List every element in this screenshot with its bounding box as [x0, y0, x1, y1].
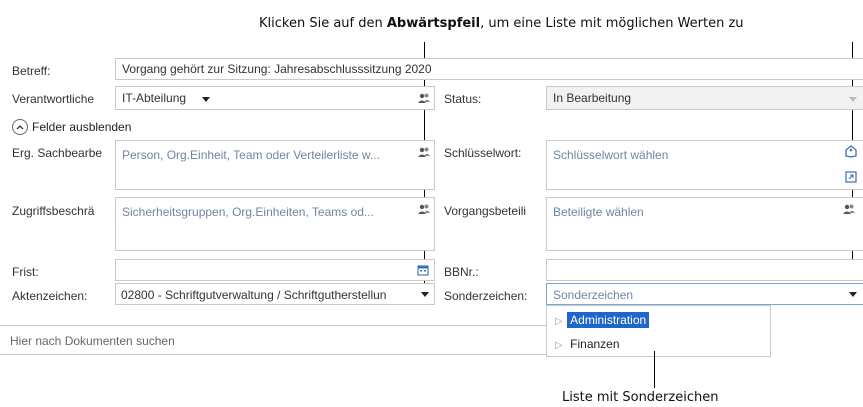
people-icon[interactable]	[418, 204, 430, 215]
betreff-label: Betreff:	[12, 64, 51, 78]
document-search-box[interactable]: Hier nach Dokumenten suchen	[0, 325, 560, 355]
frist-field[interactable]	[115, 259, 435, 281]
callout-text-bold: Abwärtspfeil	[386, 16, 481, 31]
aktenzeichen-value: 02800 - Schriftgutverwaltung / Schriftgu…	[121, 288, 387, 302]
list-item[interactable]: ▷ Administration	[555, 311, 650, 329]
list-item[interactable]: ▷ Finanzen	[555, 335, 623, 353]
verantwortliche-value: IT-Abteilung	[122, 91, 187, 105]
sonderzeichen-dropdown-arrow[interactable]	[849, 292, 857, 297]
aktenzeichen-field[interactable]: 02800 - Schriftgutverwaltung / Schriftgu…	[115, 283, 435, 305]
people-icon[interactable]	[418, 147, 430, 158]
bbnr-label: BBNr.:	[444, 265, 479, 279]
list-item-label[interactable]: Finanzen	[567, 336, 622, 352]
erg-sachbearb-placeholder: Person, Org.Einheit, Team oder Verteiler…	[122, 148, 380, 162]
zugriffsbeschr-field[interactable]: Sicherheitsgruppen, Org.Einheiten, Teams…	[115, 197, 435, 251]
callout-text-pre: Klicken Sie auf den	[259, 16, 387, 31]
expand-arrow-icon[interactable]: ▷	[555, 316, 563, 327]
collapse-toggle[interactable]	[12, 119, 28, 135]
status-label: Status:	[444, 92, 482, 106]
erg-sachbearb-label: Erg. Sachbearbe	[12, 146, 103, 160]
frist-label: Frist:	[12, 265, 39, 279]
expand-arrow-icon[interactable]: ▷	[555, 340, 563, 351]
vorgangsbeteil-label: Vorgangsbeteili	[444, 204, 527, 218]
sonderzeichen-placeholder: Sonderzeichen	[553, 288, 634, 302]
zugriffsbeschr-label: Zugriffsbeschrä	[12, 204, 95, 218]
zugriffsbeschr-placeholder: Sicherheitsgruppen, Org.Einheiten, Teams…	[122, 205, 374, 219]
schluesselwort-field[interactable]: Schlüsselwort wählen	[546, 140, 863, 190]
erg-sachbearb-field[interactable]: Person, Org.Einheit, Team oder Verteiler…	[115, 140, 435, 190]
open-list-icon[interactable]	[845, 171, 857, 183]
callout-text-post: , um eine Liste mit möglichen Werten zu	[480, 16, 744, 31]
callout-line-bottom	[654, 351, 655, 388]
vorgangsbeteil-placeholder: Beteiligte wählen	[553, 205, 644, 219]
chevron-up-icon	[16, 125, 24, 130]
status-field[interactable]: In Bearbeitung	[546, 86, 863, 110]
people-icon[interactable]	[418, 93, 430, 104]
verantwortliche-label: Verantwortliche	[12, 92, 95, 106]
collapse-toggle-label[interactable]: Felder ausblenden	[32, 120, 131, 134]
sonderzeichen-dropdown-list: ▷ Administration ▷ Finanzen	[546, 305, 771, 357]
bbnr-field[interactable]	[546, 259, 863, 281]
aktenzeichen-label: Aktenzeichen:	[12, 289, 88, 303]
status-value: In Bearbeitung	[553, 91, 632, 105]
document-search-placeholder: Hier nach Dokumenten suchen	[10, 334, 175, 348]
status-dropdown-arrow[interactable]	[849, 97, 857, 102]
verantwortliche-dropdown-arrow[interactable]	[202, 97, 210, 102]
people-icon[interactable]	[843, 204, 855, 215]
top-callout: Klicken Sie auf den Abwärtspfeil, um ein…	[259, 16, 744, 31]
schluesselwort-placeholder: Schlüsselwort wählen	[553, 148, 669, 162]
calendar-icon[interactable]	[417, 264, 429, 276]
list-item-label[interactable]: Administration	[567, 312, 650, 328]
verantwortliche-field[interactable]: IT-Abteilung	[115, 86, 435, 110]
betreff-field[interactable]: Vorgang gehört zur Sitzung: Jahresabschl…	[115, 58, 863, 80]
aktenzeichen-dropdown-arrow[interactable]	[421, 292, 429, 297]
sonderzeichen-label: Sonderzeichen:	[444, 289, 528, 303]
vorgangsbeteil-field[interactable]: Beteiligte wählen	[546, 197, 863, 251]
betreff-value: Vorgang gehört zur Sitzung: Jahresabschl…	[122, 62, 432, 76]
schluesselwort-label: Schlüsselwort:	[444, 146, 522, 160]
tag-icon[interactable]	[845, 145, 857, 158]
sonderzeichen-field[interactable]: Sonderzeichen	[546, 283, 863, 305]
bottom-callout: Liste mit Sonderzeichen	[562, 390, 719, 405]
